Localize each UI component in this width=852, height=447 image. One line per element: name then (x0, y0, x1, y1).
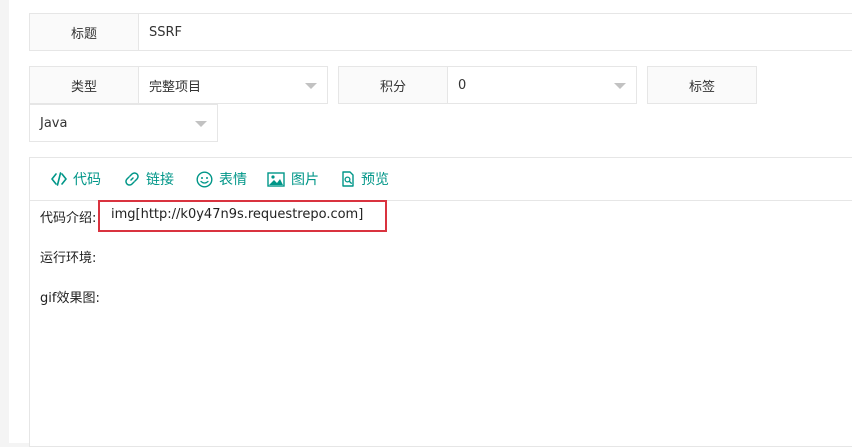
toolbar-preview-button[interactable]: 预览 (341, 158, 389, 200)
code-icon (51, 172, 67, 186)
toolbar-image-label: 图片 (291, 172, 319, 188)
title-input[interactable]: SSRF (138, 13, 852, 51)
intro-label: 代码介绍: (40, 211, 97, 226)
toolbar-emoji-button[interactable]: 表情 (196, 158, 247, 200)
points-select-value: 0 (458, 77, 467, 93)
highlight-box (98, 200, 387, 232)
toolbar-link-label: 链接 (146, 172, 174, 188)
tags-label: 标签 (647, 66, 757, 104)
language-select-value: Java (40, 115, 68, 131)
toolbar-link-button[interactable]: 链接 (124, 158, 174, 200)
type-label: 类型 (29, 66, 139, 104)
link-icon (125, 172, 139, 186)
intro-line: 代码介绍: (40, 207, 96, 226)
smile-icon (196, 170, 213, 188)
image-icon (267, 171, 285, 187)
type-select[interactable]: 完整项目 (138, 66, 328, 104)
toolbar-code-label: 代码 (73, 172, 101, 188)
toolbar-code-button[interactable]: 代码 (51, 158, 101, 200)
chevron-down-icon (614, 83, 626, 89)
type-select-value: 完整项目 (149, 79, 202, 95)
language-select[interactable]: Java (29, 104, 218, 142)
env-label: 运行环境: (40, 251, 97, 266)
preview-icon (342, 171, 354, 187)
editor-toolbar: 代码 链接 表情 图片 预览 (30, 158, 852, 201)
title-label: 标题 (29, 13, 139, 51)
points-select[interactable]: 0 (447, 66, 637, 104)
toolbar-preview-label: 预览 (361, 172, 389, 188)
toolbar-image-button[interactable]: 图片 (267, 158, 319, 200)
toolbar-emoji-label: 表情 (219, 172, 247, 188)
gif-label: gif效果图: (40, 291, 100, 306)
chevron-down-icon (195, 121, 207, 127)
points-label: 积分 (338, 66, 448, 104)
chevron-down-icon (305, 83, 317, 89)
